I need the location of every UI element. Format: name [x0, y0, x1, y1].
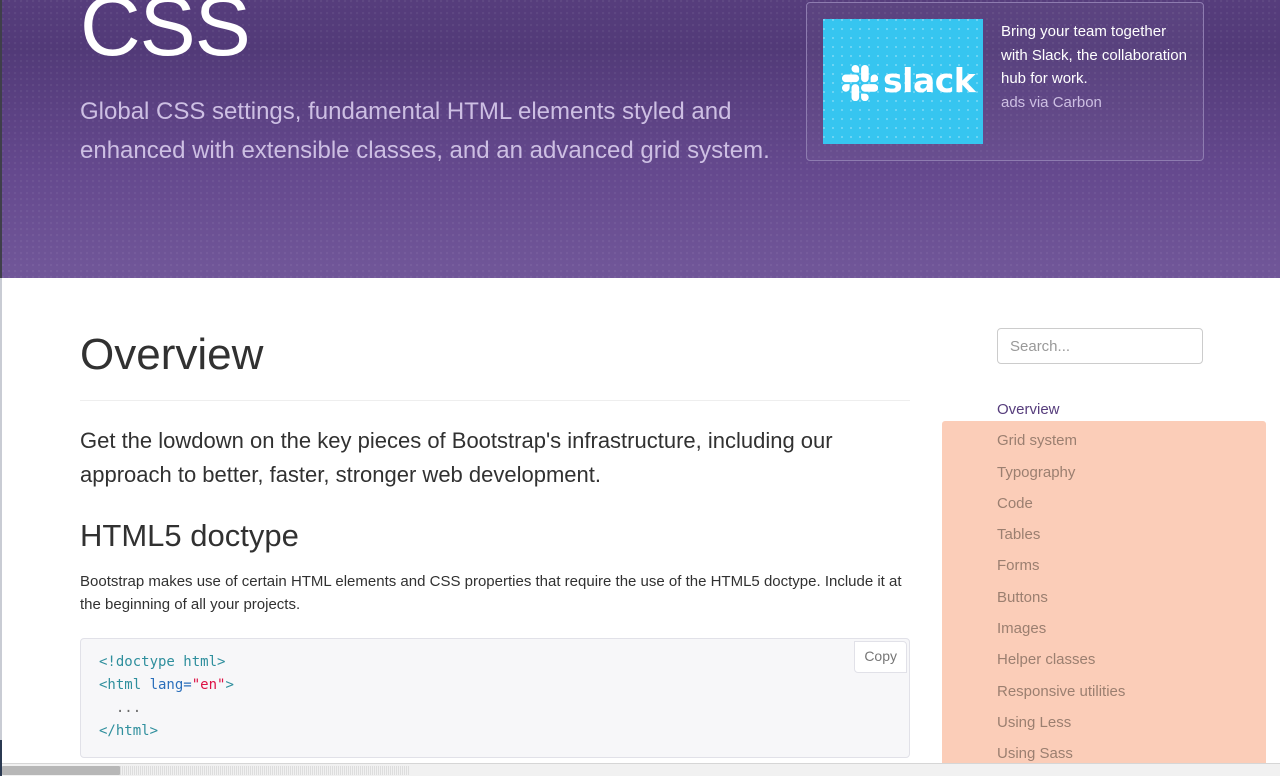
ad-image[interactable]: slack — [823, 19, 983, 144]
sidebar-nav-list: Overview Grid system Typography Code Tables F… — [997, 395, 1257, 771]
code-token: > — [225, 677, 234, 694]
list-item: Buttons — [997, 583, 1257, 614]
slack-hash-icon — [842, 65, 878, 101]
copy-button[interactable]: Copy — [854, 641, 907, 674]
page-masthead: CSS Global CSS settings, fundamental HTM… — [2, 0, 1280, 278]
code-token: <html — [99, 677, 150, 694]
page-subtitle: Global CSS settings, fundamental HTML el… — [80, 98, 770, 164]
search-input[interactable] — [997, 328, 1203, 364]
horizontal-scrollbar[interactable] — [2, 763, 1280, 776]
list-item: Tables — [997, 520, 1257, 551]
list-item: Responsive utilities — [997, 677, 1257, 708]
sidebar-item-typography[interactable]: Typography — [997, 458, 1257, 487]
list-item: Forms — [997, 551, 1257, 582]
section-body-paragraph: Bootstrap makes use of certain HTML elem… — [80, 573, 902, 614]
sidebar-item-overview[interactable]: Overview — [997, 395, 1257, 424]
code-snippet: <!doctype html> <html lang="en"> ... </h… — [99, 651, 895, 743]
list-item: Grid system — [997, 426, 1257, 457]
section-heading-overview: Overview — [80, 330, 264, 379]
sidebar-item-code[interactable]: Code — [997, 489, 1257, 518]
ad-text-block: Bring your team together with Slack, the… — [983, 19, 1187, 114]
carbon-ad[interactable]: slack Bring your team together with Slac… — [806, 2, 1204, 161]
list-item: Images — [997, 614, 1257, 645]
sidebar-item-images[interactable]: Images — [997, 614, 1257, 643]
code-token: </html> — [99, 723, 159, 740]
content-area: Overview Get the lowdown on the key piec… — [2, 278, 1280, 776]
list-item: Using Less — [997, 708, 1257, 739]
sidebar-item-helper-classes[interactable]: Helper classes — [997, 645, 1257, 674]
sidebar-item-tables[interactable]: Tables — [997, 520, 1257, 549]
scrollbar-thumb[interactable] — [2, 766, 120, 775]
list-item: Typography — [997, 458, 1257, 489]
page-title: CSS — [80, 0, 251, 73]
ad-poweredby-label[interactable]: ads via Carbon — [1001, 91, 1187, 115]
sidebar-item-using-less[interactable]: Using Less — [997, 708, 1257, 737]
code-token: lang= — [149, 677, 192, 694]
code-token: "en" — [191, 677, 226, 694]
sidebar-item-responsive-utilities[interactable]: Responsive utilities — [997, 677, 1257, 706]
list-item: Code — [997, 489, 1257, 520]
ad-description[interactable]: Bring your team together with Slack, the… — [1001, 20, 1187, 91]
scrollbar-gutter — [120, 766, 410, 775]
ad-brand-wordmark: slack — [883, 61, 976, 100]
list-item: Overview — [997, 395, 1257, 426]
code-content: <!doctype html> <html lang="en"> ... </h… — [99, 654, 234, 739]
browser-viewport: CSS Global CSS settings, fundamental HTM… — [0, 0, 1280, 776]
code-token: ... — [99, 700, 142, 717]
sidebar-item-buttons[interactable]: Buttons — [997, 583, 1257, 612]
sidebar-item-forms[interactable]: Forms — [997, 551, 1257, 580]
section-lead-paragraph: Get the lowdown on the key pieces of Boo… — [80, 428, 833, 488]
window-left-edge — [0, 0, 2, 776]
sidebar: OverviewGrid system TypographyCodeTablesF… — [942, 278, 1280, 776]
section-heading-html5-doctype: HTML5 doctype — [80, 518, 299, 554]
sidebar-item-grid-system[interactable]: Grid system — [997, 426, 1257, 455]
list-item: Helper classes — [997, 645, 1257, 676]
code-block: Copy <!doctype html> <html lang="en"> ..… — [80, 638, 910, 759]
code-token: <!doctype html> — [99, 654, 226, 671]
doc-main-column: Overview Get the lowdown on the key piec… — [80, 278, 912, 759]
